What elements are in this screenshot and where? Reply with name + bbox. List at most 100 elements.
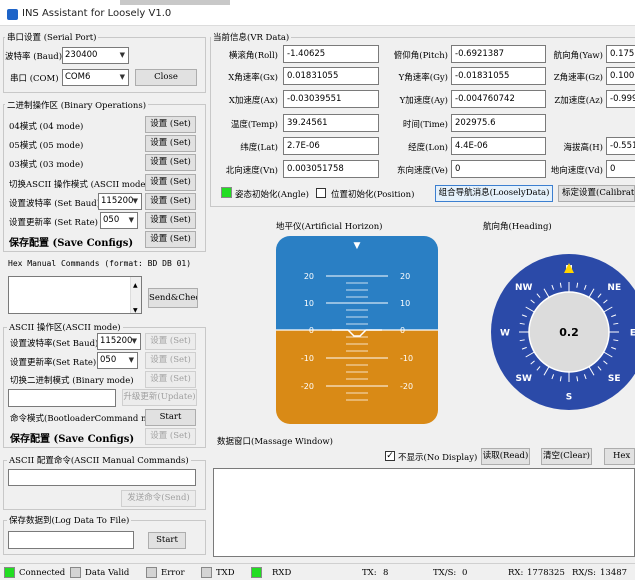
log-group-label: 保存数据到(Log Data To File): [7, 514, 132, 526]
vr-value-field[interactable]: 202975.6: [451, 114, 546, 132]
mode05-set-button[interactable]: 设置 (Set): [145, 135, 196, 152]
hex-button[interactable]: Hex: [604, 448, 635, 465]
ascii-manual-group-label: ASCII 配置命令(ASCII Manual Commands): [7, 454, 191, 466]
scroll-down-icon[interactable]: ▼: [133, 303, 138, 313]
txd-label: TXD: [216, 568, 235, 578]
bin-save-configs-button[interactable]: 设置 (Set): [145, 231, 196, 248]
ascii-ops-group-label: ASCII 操作区(ASCII mode): [7, 321, 123, 333]
ascii-save-configs-label: 保存配置 (Save Configs): [10, 434, 135, 445]
com-select[interactable]: COM6 ▼: [62, 69, 129, 86]
connected-label: Connected: [19, 568, 66, 578]
heading-direction-label: E: [630, 329, 635, 339]
close-button[interactable]: Close: [135, 69, 197, 86]
data-valid-indicator: [70, 567, 81, 578]
hex-command-input[interactable]: ▲ ▼: [8, 276, 142, 314]
vr-value-field[interactable]: -0.004760742: [451, 90, 546, 108]
firmware-path-input[interactable]: [8, 389, 116, 407]
angle-init-label: 姿态初始化(Angle): [235, 190, 309, 200]
background-window-strip: [120, 0, 230, 5]
hex-input-scrollbar[interactable]: ▲ ▼: [130, 277, 141, 313]
bin-baud-set-button[interactable]: 设置 (Set): [145, 193, 196, 210]
vr-value-field[interactable]: -0.551: [606, 137, 635, 155]
vr-value-field[interactable]: -0.01831055: [451, 67, 546, 85]
send-check-button[interactable]: Send&Check: [148, 288, 198, 308]
loosely-data-button[interactable]: 组合导航消息(LooselyData): [435, 185, 553, 202]
vr-value-field[interactable]: 39.24561: [283, 114, 379, 132]
vr-value-field[interactable]: 0.10070: [606, 67, 635, 85]
vr-value-field[interactable]: -1.40625: [283, 45, 379, 63]
bin-rate-select[interactable]: 050 ▼: [100, 212, 138, 229]
vr-label: 横滚角(Roll): [228, 51, 278, 61]
ascii-save-configs-button[interactable]: 设置 (Set): [145, 428, 196, 445]
ascii-baud-set-button[interactable]: 设置 (Set): [145, 333, 196, 350]
hex-commands-label: Hex Manual Commands (format: BD DB 01): [8, 259, 192, 268]
vr-value-field[interactable]: 0: [451, 160, 546, 178]
error-indicator: [146, 567, 157, 578]
error-label: Error: [161, 568, 185, 578]
tx-label: TX:: [362, 568, 377, 578]
ascii-rate-set-button[interactable]: 设置 (Set): [145, 352, 196, 369]
pitch-tick-label-right: -20: [400, 382, 413, 391]
clear-button[interactable]: 清空(Clear): [541, 448, 592, 465]
calibration-button[interactable]: 标定设置(Calibrat: [558, 185, 635, 202]
vr-value-field[interactable]: 0: [606, 160, 635, 178]
bin-rate-set-button[interactable]: 设置 (Set): [145, 212, 196, 229]
vr-value-field[interactable]: 2.7E-06: [283, 137, 379, 155]
ascii-send-button[interactable]: 发送命令(Send): [121, 490, 196, 507]
chevron-down-icon: ▼: [131, 337, 137, 345]
bin-baud-select[interactable]: 115200 ▼: [98, 193, 142, 210]
heading-direction-label: SW: [516, 374, 532, 384]
vr-label: 地向速度(Vd): [550, 166, 603, 176]
bootloader-start-button[interactable]: Start: [145, 409, 196, 426]
ascii-rate-select[interactable]: 050 ▼: [97, 352, 138, 369]
log-path-input[interactable]: [8, 531, 134, 549]
vr-value-field[interactable]: 0.003051758: [283, 160, 379, 178]
ascii-command-input[interactable]: [8, 469, 196, 486]
baud-label: 波特率 (Baud): [5, 52, 63, 62]
mode03-set-button[interactable]: 设置 (Set): [145, 154, 196, 171]
vr-value-field[interactable]: 0.17578: [606, 45, 635, 63]
mode03-label: 03模式 (03 mode): [9, 160, 84, 170]
vr-label: 海拔高(H): [563, 143, 603, 153]
vr-label: Z角速率(Gz): [553, 73, 603, 83]
vr-label: 经度(Lon): [408, 143, 448, 153]
ascii-baud-select[interactable]: 115200 ▼: [97, 333, 141, 350]
vr-value-field[interactable]: 4.4E-06: [451, 137, 546, 155]
mode04-set-button[interactable]: 设置 (Set): [145, 116, 196, 133]
update-button[interactable]: 升级更新(Update): [122, 389, 197, 406]
rxs-label: RX/S:: [572, 568, 597, 578]
message-output[interactable]: [213, 468, 635, 557]
log-start-button[interactable]: Start: [148, 532, 186, 549]
pitch-tick-label: -10: [301, 354, 314, 363]
heading-direction-label: SE: [608, 374, 621, 384]
data-valid-label: Data Valid: [85, 568, 130, 578]
chevron-down-icon: ▼: [128, 356, 134, 364]
position-init-checkbox[interactable]: [316, 188, 326, 198]
vr-value-field[interactable]: -0.6921387: [451, 45, 546, 63]
com-value: COM6: [65, 72, 91, 82]
heading-direction-label: NE: [607, 283, 621, 293]
vr-value-field[interactable]: -0.03039551: [283, 90, 379, 108]
ascii-mode-label: 切换ASCII 操作模式 (ASCII mode): [9, 180, 149, 190]
ascii-mode-set-button[interactable]: 设置 (Set): [145, 174, 196, 191]
vr-label: Y加速度(Ay): [399, 96, 448, 106]
ascii-binary-label: 切换二进制模式 (Binary mode): [10, 376, 134, 386]
chevron-down-icon: ▼: [132, 197, 138, 205]
vr-label: 时间(Time): [402, 120, 448, 130]
no-display-checkbox[interactable]: ✓: [385, 451, 395, 461]
ascii-rate-value: 050: [100, 355, 117, 365]
chevron-down-icon: ▼: [119, 73, 125, 81]
vr-value-field[interactable]: 0.01831055: [283, 67, 379, 85]
rx-value: 1778325: [527, 568, 565, 578]
status-bar: Connected Data Valid Error TXD RXD TX: 8…: [0, 563, 635, 580]
vr-label: Y角速率(Gy): [398, 73, 448, 83]
ascii-binary-set-button[interactable]: 设置 (Set): [145, 371, 196, 388]
ascii-baud-value: 115200: [100, 336, 133, 346]
baud-select[interactable]: 230400 ▼: [62, 47, 129, 64]
ascii-set-baud-label: 设置波特率(Set Baud): [10, 339, 99, 349]
window-title: INS Assistant for Loosely V1.0: [22, 8, 172, 19]
scroll-up-icon[interactable]: ▲: [133, 278, 138, 294]
heading-direction-label: W: [500, 329, 510, 339]
vr-value-field[interactable]: -0.9990: [606, 90, 635, 108]
read-button[interactable]: 读取(Read): [481, 448, 530, 465]
